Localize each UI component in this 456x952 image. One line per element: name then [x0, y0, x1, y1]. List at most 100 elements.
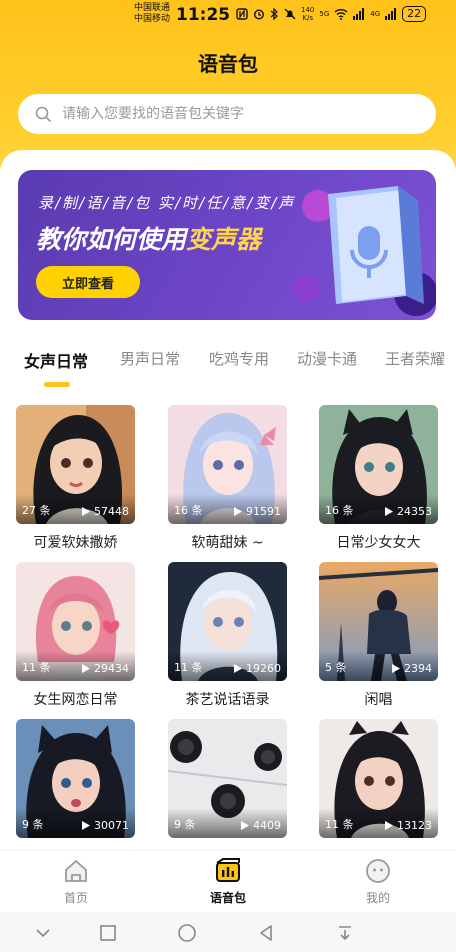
voice-pack-card[interactable]: 11 条 19260 茶艺说话语录 — [168, 562, 287, 709]
status-icons: 140 K/s 5G 4G 22 — [236, 6, 427, 22]
nav-profile-label: 我的 — [365, 891, 390, 905]
play-count-value: 2394 — [404, 662, 432, 675]
voice-pack-thumbnail: 16 条 91591 — [168, 405, 287, 524]
voice-pack-thumbnail: 11 条 19260 — [168, 562, 287, 681]
voice-pack-card[interactable]: 11 条 29434 女生网恋日常 — [16, 562, 135, 709]
voice-pack-title: 闲唱 — [364, 692, 393, 708]
tab-pubg[interactable]: 吃鸡专用 — [209, 348, 269, 369]
status-bar: 中国联通 中国移动 11:25 140 K/s 5G 4G 22 — [0, 0, 456, 30]
promo-banner[interactable]: 录/制/语/音/包 实/时/任/意/变/声 教你如何使用变声器 立即查看 — [18, 170, 436, 320]
play-icon — [82, 821, 90, 830]
play-count: 13123 — [385, 819, 432, 832]
voice-pack-card[interactable]: 16 条 91591 软萌甜妹 ~ — [168, 405, 287, 552]
nav-voice-pack-label: 语音包 — [209, 891, 246, 905]
system-navigation-bar — [0, 912, 456, 952]
net-speed: 140 K/s — [301, 6, 314, 22]
clip-count: 11 条 — [174, 661, 203, 674]
home-circle-icon[interactable] — [176, 922, 198, 944]
content-panel: 录/制/语/音/包 实/时/任/意/变/声 教你如何使用变声器 立即查看 女声日… — [0, 150, 456, 910]
voice-pack-title: 可爱软妹撒娇 — [33, 535, 118, 551]
bluetooth-icon — [270, 8, 278, 20]
banner-subtitle: 录/制/语/音/包 实/时/任/意/变/声 — [38, 194, 296, 212]
play-icon — [241, 821, 249, 830]
play-count: 57448 — [82, 505, 129, 518]
play-count-value: 13123 — [397, 819, 432, 832]
voice-pack-thumbnail: 11 条 13123 — [319, 719, 438, 838]
banner-book-microphone-illustration — [292, 186, 436, 316]
carrier-2: 中国移动 — [134, 14, 171, 24]
play-count-value: 91591 — [246, 505, 281, 518]
voice-pack-title: 日常少女女大 — [336, 535, 421, 551]
play-count: 4409 — [241, 819, 281, 832]
battery-indicator: 22 — [402, 6, 427, 22]
clip-count: 27 条 — [22, 504, 51, 517]
voice-pack-thumbnail: 27 条 57448 — [16, 405, 135, 524]
play-icon — [385, 507, 393, 516]
signal-bars-2-icon — [385, 8, 397, 20]
play-icon — [385, 821, 393, 830]
bottom-navigation: 首页 语音包 我的 — [0, 850, 456, 912]
play-icon — [392, 664, 400, 673]
voice-pack-card[interactable]: 27 条 57448 可爱软妹撒娇 — [16, 405, 135, 552]
voice-pack-card[interactable]: 5 条 2394 闲唱 — [319, 562, 438, 709]
play-count-value: 30071 — [94, 819, 129, 832]
clip-count: 11 条 — [325, 818, 354, 831]
notification-pulldown-icon[interactable] — [334, 922, 356, 944]
banner-headline-part2: 变声器 — [186, 225, 262, 254]
collapse-chevron-icon[interactable] — [32, 922, 54, 944]
net-speed-value: 140 — [301, 6, 315, 14]
voice-pack-card[interactable]: 9 条 30071 — [16, 719, 135, 846]
nav-voice-pack[interactable]: 语音包 — [188, 857, 268, 906]
home-icon — [65, 860, 87, 882]
banner-headline-part1: 教你如何使用 — [36, 225, 187, 254]
voice-pack-title: 女生网恋日常 — [33, 692, 118, 708]
clip-count: 11 条 — [22, 661, 51, 674]
category-tabs: 女声日常 男声日常 吃鸡专用 动漫卡通 王者荣耀 — [0, 348, 456, 384]
play-count-value: 57448 — [94, 505, 129, 518]
nav-home-label: 首页 — [63, 891, 88, 905]
page-title: 语音包 — [198, 52, 258, 76]
play-count: 91591 — [234, 505, 281, 518]
nav-profile[interactable]: 我的 — [338, 857, 418, 906]
voice-pack-card[interactable]: 11 条 13123 — [319, 719, 438, 846]
nav-home[interactable]: 首页 — [36, 857, 116, 906]
play-icon — [82, 507, 90, 516]
back-triangle-icon[interactable] — [255, 922, 277, 944]
banner-headline: 教你如何使用变声器 — [36, 220, 261, 256]
alarm-icon — [253, 9, 265, 20]
wifi-icon — [334, 9, 348, 20]
tab-male-daily[interactable]: 男声日常 — [120, 348, 180, 369]
play-count: 30071 — [82, 819, 129, 832]
profile-icon — [366, 859, 390, 883]
search-bar[interactable] — [18, 94, 436, 134]
search-input[interactable] — [62, 106, 392, 122]
play-count-value: 19260 — [246, 662, 281, 675]
voice-pack-icon — [216, 858, 240, 882]
banner-view-now-button[interactable]: 立即查看 — [36, 266, 140, 298]
voice-pack-card[interactable]: 16 条 24353 日常少女女大 — [319, 405, 438, 552]
voice-pack-card[interactable]: 9 条 4409 — [168, 719, 287, 846]
voice-pack-thumbnail: 9 条 4409 — [168, 719, 287, 838]
voice-pack-title: 软萌甜妹 ~ — [191, 535, 264, 551]
clip-count: 9 条 — [174, 818, 196, 831]
tab-anime[interactable]: 动漫卡通 — [297, 348, 357, 369]
play-count-value: 24353 — [397, 505, 432, 518]
play-icon — [234, 664, 242, 673]
tab-female-daily[interactable]: 女声日常 — [24, 348, 88, 372]
signal-2-label: 4G — [370, 10, 381, 18]
tab-honor-of-kings[interactable]: 王者荣耀 — [385, 348, 445, 369]
carrier-labels: 中国联通 中国移动 — [134, 3, 170, 25]
clip-count: 16 条 — [174, 504, 203, 517]
play-count-value: 29434 — [94, 662, 129, 675]
nfc-icon — [236, 8, 248, 20]
signal-bars-icon — [353, 8, 365, 20]
play-count: 2394 — [392, 662, 432, 675]
voice-pack-thumbnail: 11 条 29434 — [16, 562, 135, 681]
play-count-value: 4409 — [253, 819, 281, 832]
recents-square-icon[interactable] — [97, 922, 119, 944]
play-count: 24353 — [385, 505, 432, 518]
voice-pack-title: 茶艺说话语录 — [185, 692, 270, 708]
voice-pack-thumbnail: 16 条 24353 — [319, 405, 438, 524]
play-count: 29434 — [82, 662, 129, 675]
clip-count: 16 条 — [325, 504, 354, 517]
